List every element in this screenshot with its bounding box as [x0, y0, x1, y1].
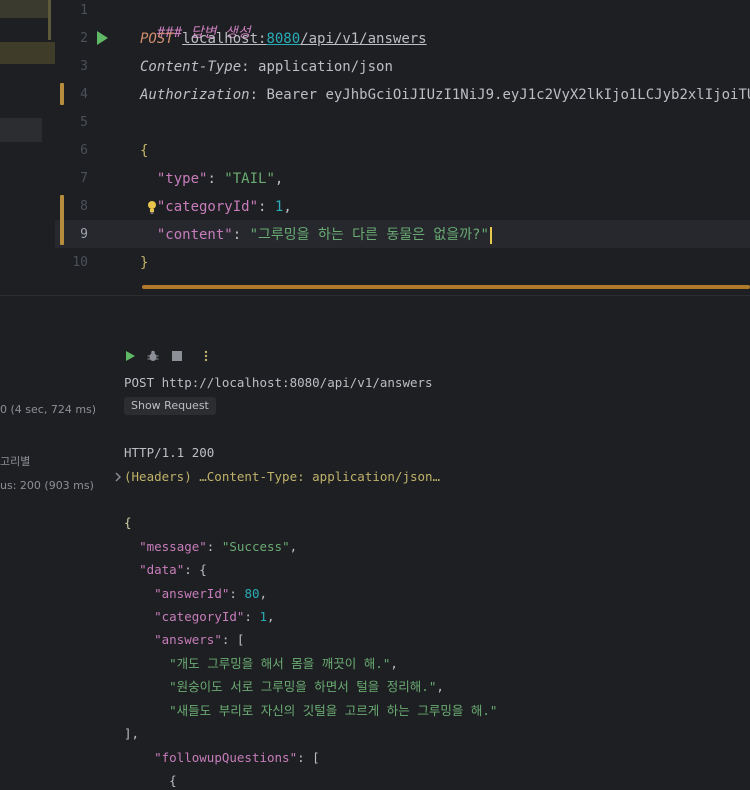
horizontal-scrollbar[interactable]: [142, 285, 750, 289]
project-item[interactable]: [0, 118, 42, 142]
line-number: 6: [80, 143, 88, 158]
project-panel-strip: [0, 0, 55, 295]
header-name: Authorization: [140, 87, 250, 103]
line-number: 3: [80, 59, 88, 74]
http-method: POST: [140, 31, 174, 47]
json-key: "categoryId": [156, 199, 259, 215]
code-line-3[interactable]: Content-Type: application/json: [140, 56, 393, 78]
project-item-highlight[interactable]: [0, 0, 50, 18]
header-name: Content-Type: [140, 59, 242, 75]
json-value: "TAIL": [224, 171, 275, 187]
headers-collapsed-line[interactable]: (Headers) …Content-Type: application/jso…: [124, 468, 440, 486]
line-number: 1: [80, 3, 88, 18]
more-icon[interactable]: [202, 350, 210, 362]
line-number: 4: [80, 87, 88, 102]
change-marker[interactable]: [60, 83, 64, 105]
chevron-right-icon[interactable]: [114, 472, 122, 482]
code-line-7[interactable]: "type": "TAIL",: [140, 168, 283, 190]
url-path[interactable]: /api/v1/answers: [300, 31, 426, 47]
code-line-8[interactable]: "categoryId": 1,: [140, 196, 292, 218]
line-number: 10: [72, 255, 88, 270]
code-line-2[interactable]: POST localhost:8080/api/v1/answers: [140, 28, 427, 50]
url-port[interactable]: 8080: [266, 31, 300, 47]
code-line-6[interactable]: {: [140, 140, 148, 162]
json-category-id-line: "categoryId": 1,: [154, 609, 275, 624]
json-message-line: "message": "Success",: [139, 539, 298, 554]
code-line-4[interactable]: Authorization: Bearer eyJhbGciOiJIUzI1Ni…: [140, 84, 750, 106]
code-line-9[interactable]: "content": "그루밍을 하는 다른 동물은 없을까?": [140, 224, 492, 246]
line-number: 5: [80, 115, 88, 130]
json-answer-item: "새들도 부리로 자신의 깃털을 고르게 하는 그루밍을 해.": [169, 703, 498, 718]
header-value: application/json: [249, 59, 393, 75]
header-value: Bearer eyJhbGciOiJIUzI1NiJ9.eyJ1c2VyX2lk…: [258, 87, 750, 103]
debug-icon[interactable]: [147, 350, 159, 362]
close-brace: }: [140, 255, 149, 271]
json-answer-id-line: "answerId": 80,: [154, 586, 268, 601]
line-number: 8: [80, 199, 88, 214]
url-host[interactable]: localhost:: [182, 31, 266, 47]
json-answers-line: "answers": [: [154, 632, 245, 647]
stop-icon[interactable]: [171, 350, 183, 362]
json-value: "그루밍을 하는 다른 동물은 없을까?: [249, 227, 481, 243]
scroll-mark: [48, 0, 51, 40]
json-data-line: "data": {: [139, 562, 207, 577]
category-item[interactable]: 고리별: [0, 453, 30, 469]
json-followup-line: "followupQuestions": [: [154, 750, 320, 765]
line-number: 2: [80, 31, 88, 46]
json-answer-item: "원숭이도 서로 그루밍을 하면서 털을 정리해.",: [169, 679, 444, 694]
json-open-brace: {: [124, 515, 132, 530]
json-key: "content": [156, 227, 233, 243]
run-duration[interactable]: 0 (4 sec, 724 ms): [0, 403, 96, 416]
code-line-1[interactable]: ### 답변 생성: [140, 0, 251, 41]
open-brace: {: [140, 143, 149, 159]
line-number: 9: [80, 227, 88, 242]
json-answers-close: ],: [124, 726, 140, 741]
services-panel: [0, 296, 110, 783]
request-line[interactable]: POST http://localhost:8080/api/v1/answer…: [124, 374, 433, 392]
status-line: HTTP/1.1 200: [124, 445, 215, 460]
run-status[interactable]: us: 200 (903 ms): [0, 479, 94, 492]
json-followup-open: {: [169, 773, 177, 788]
text-caret: [489, 226, 492, 244]
json-key: "type": [156, 171, 208, 187]
lightbulb-icon[interactable]: [146, 200, 158, 214]
code-line-10[interactable]: }: [140, 252, 148, 274]
run-request-icon[interactable]: [97, 31, 108, 45]
line-number: 7: [80, 171, 88, 186]
json-answer-item: "개도 그루밍을 해서 몸을 깨끗이 해.",: [169, 656, 398, 671]
change-marker[interactable]: [60, 195, 64, 245]
run-icon[interactable]: [124, 350, 136, 362]
show-request-button[interactable]: Show Request: [124, 397, 216, 415]
project-item-selected[interactable]: [0, 42, 55, 64]
